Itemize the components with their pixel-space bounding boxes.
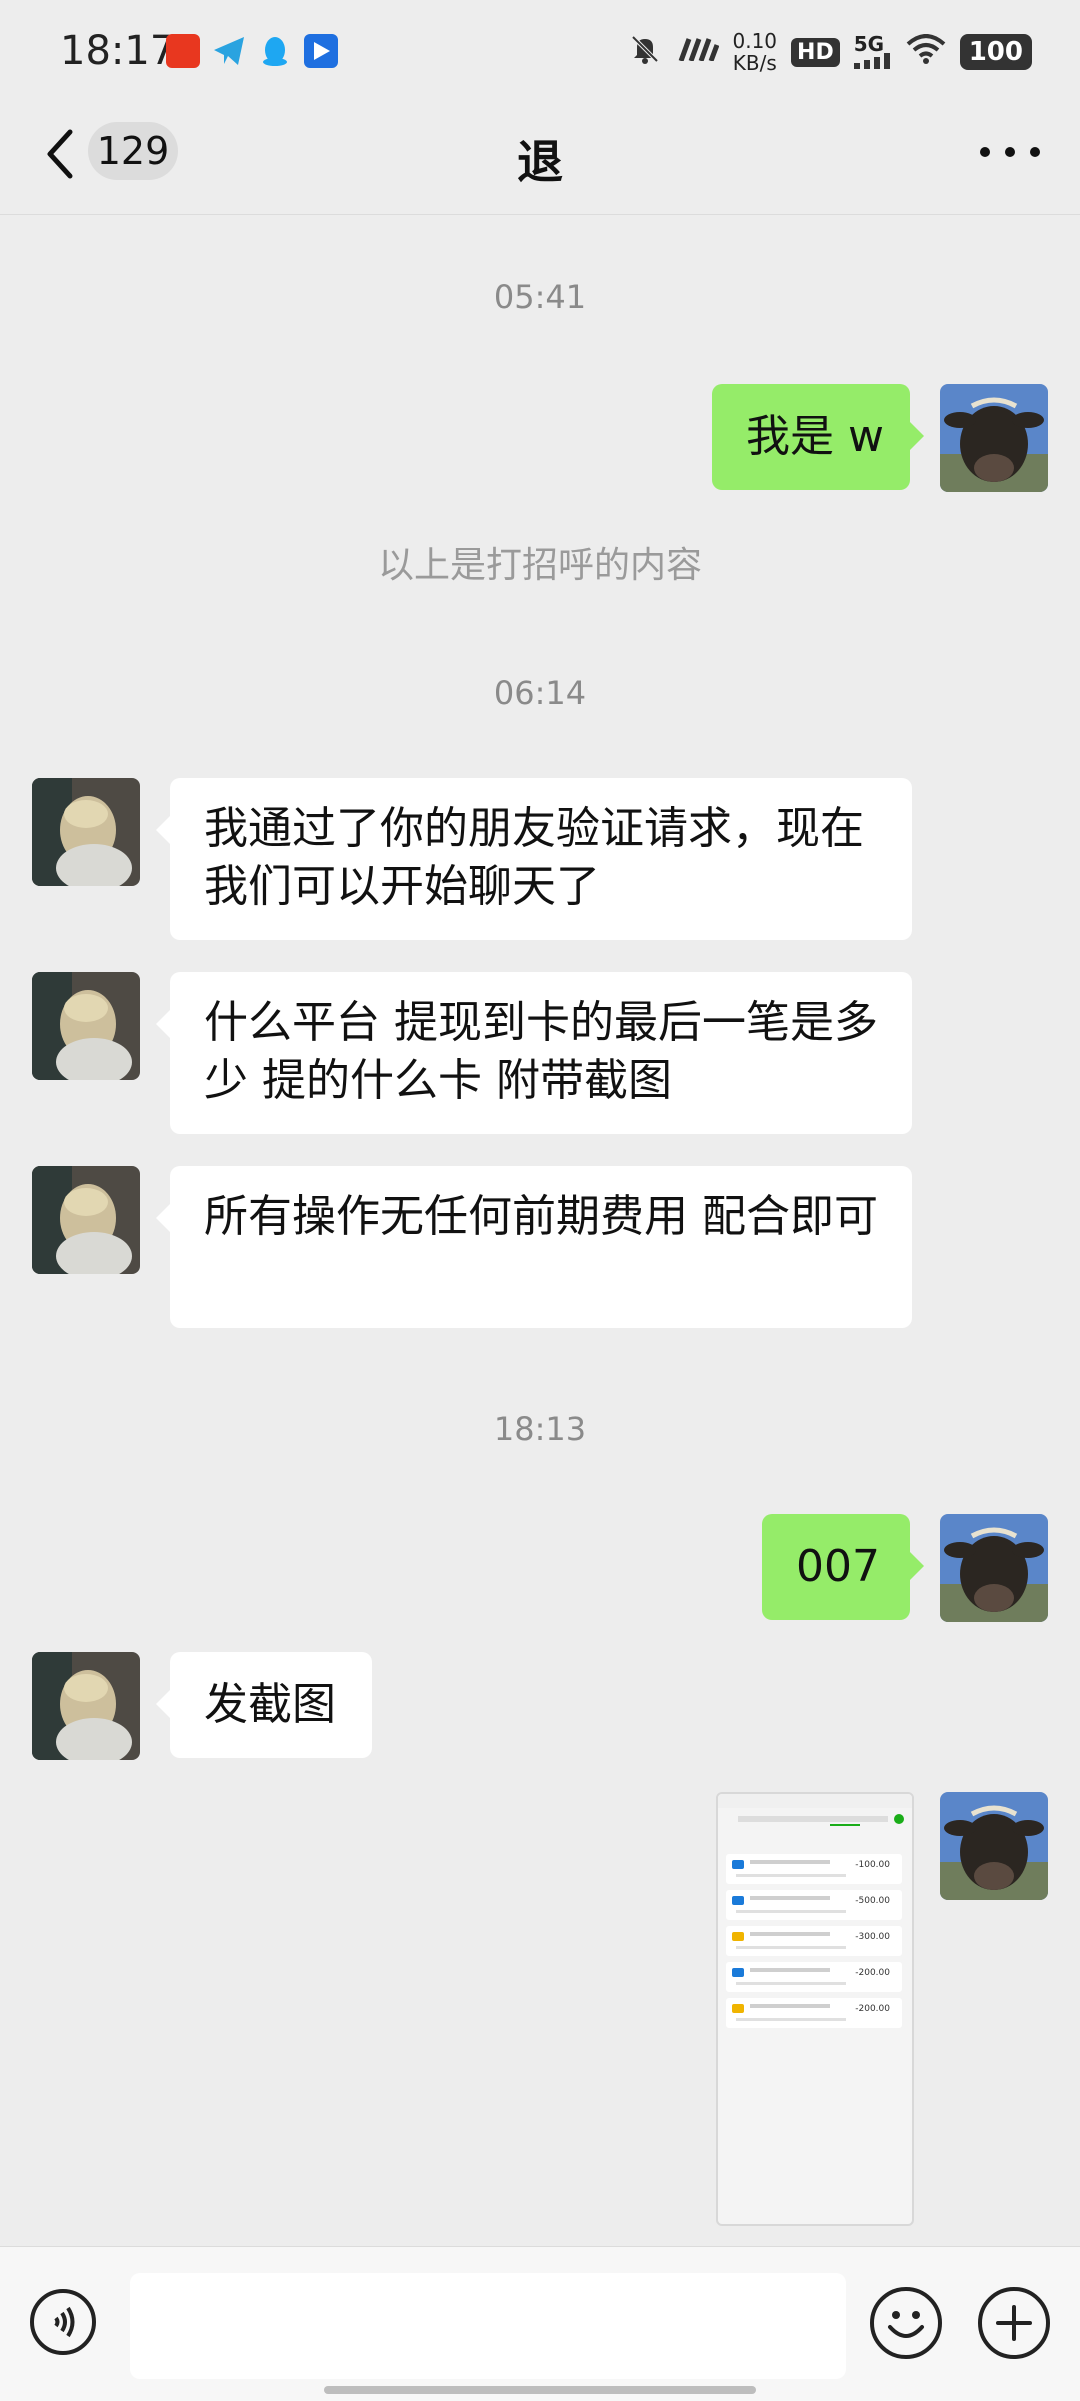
card-icon xyxy=(732,1968,744,1977)
more-functions-button[interactable] xyxy=(978,2287,1050,2359)
thumb-tab-underline xyxy=(830,1824,860,1826)
more-dot-icon xyxy=(1030,147,1040,157)
card-icon xyxy=(732,1896,744,1905)
more-dot-icon xyxy=(980,147,990,157)
thumb-amount: -100.00 xyxy=(855,1860,890,1870)
contact-avatar[interactable] xyxy=(32,1652,140,1760)
my-avatar[interactable] xyxy=(940,1792,1048,1900)
status-bar: 18:17 0.10 KB/s HD 5G 100 xyxy=(0,0,1080,100)
timestamp: 05:41 xyxy=(493,278,587,316)
cellular-signal: 5G xyxy=(853,32,892,69)
signal-sim2-icon xyxy=(675,37,719,67)
thumb-amount: -500.00 xyxy=(855,1896,890,1906)
my-avatar[interactable] xyxy=(940,384,1048,492)
network-type: 5G xyxy=(853,32,885,56)
thumb-row: -500.00 xyxy=(726,1890,902,1920)
card-icon xyxy=(732,1932,744,1941)
thumb-row: -300.00 xyxy=(726,1926,902,1956)
message-bubble-sent[interactable]: 007 xyxy=(762,1514,924,1620)
emoji-button[interactable] xyxy=(870,2287,942,2359)
card-icon xyxy=(732,1860,744,1869)
voice-input-button[interactable] xyxy=(30,2289,96,2355)
chat-title: 退 xyxy=(517,135,563,189)
thumb-row: -200.00 xyxy=(726,1998,902,2028)
notification-icons xyxy=(166,34,338,68)
taobao-app-icon xyxy=(166,34,200,68)
maps-app-icon xyxy=(304,34,338,68)
battery-level: 100 xyxy=(959,34,1032,70)
more-options-button[interactable] xyxy=(980,140,1040,164)
message-bubble-received[interactable]: 所有操作无任何前期费用 配合即可 xyxy=(156,1166,912,1328)
input-bar xyxy=(0,2246,1080,2401)
home-indicator[interactable] xyxy=(324,2386,756,2394)
thumb-statusbar xyxy=(718,1794,912,1808)
network-speed: 0.10 KB/s xyxy=(733,30,778,74)
message-bubble-received[interactable]: 发截图 xyxy=(156,1652,372,1758)
system-message: 以上是打招呼的内容 xyxy=(377,545,702,586)
wifi-icon xyxy=(906,34,946,70)
thumb-row: -100.00 xyxy=(726,1854,902,1884)
thumb-tabs xyxy=(738,1816,888,1822)
card-icon xyxy=(732,2004,744,2013)
net-speed-value: 0.10 xyxy=(732,29,778,53)
thumb-amount: -300.00 xyxy=(855,1932,890,1942)
voice-icon xyxy=(54,2306,75,2338)
thumb-row: -200.00 xyxy=(726,1962,902,1992)
hd-badge: HD xyxy=(791,37,840,67)
message-bubble-received[interactable]: 我通过了你的朋友验证请求，现在我们可以开始聊天了 xyxy=(156,778,912,940)
mute-icon xyxy=(629,33,661,71)
smiley-icon xyxy=(888,2311,924,2338)
message-bubble-sent[interactable]: 我是 w xyxy=(712,384,924,490)
net-speed-unit: KB/s xyxy=(732,51,777,75)
thumb-amount: -200.00 xyxy=(855,1968,890,1978)
signal-bars-icon xyxy=(853,53,890,69)
contact-avatar[interactable] xyxy=(32,972,140,1080)
timestamp: 18:13 xyxy=(493,1410,587,1448)
image-message-thumbnail[interactable]: -100.00 -500.00 -300.00 -200.00 -200.00 xyxy=(716,1792,914,2226)
telegram-app-icon xyxy=(212,34,246,68)
contact-avatar[interactable] xyxy=(32,778,140,886)
qq-app-icon xyxy=(258,34,292,68)
thumb-amount: -200.00 xyxy=(855,2004,890,2014)
thumb-icon xyxy=(894,1814,904,1824)
message-bubble-received[interactable]: 什么平台 提现到卡的最后一笔是多少 提的什么卡 附带截图 xyxy=(156,972,912,1134)
timestamp: 06:14 xyxy=(493,674,587,712)
message-input[interactable] xyxy=(130,2273,846,2379)
plus-icon xyxy=(996,2305,1032,2341)
my-avatar[interactable] xyxy=(940,1514,1048,1622)
more-dot-icon xyxy=(1005,147,1015,157)
status-time: 18:17 xyxy=(60,28,176,74)
contact-avatar[interactable] xyxy=(32,1166,140,1274)
